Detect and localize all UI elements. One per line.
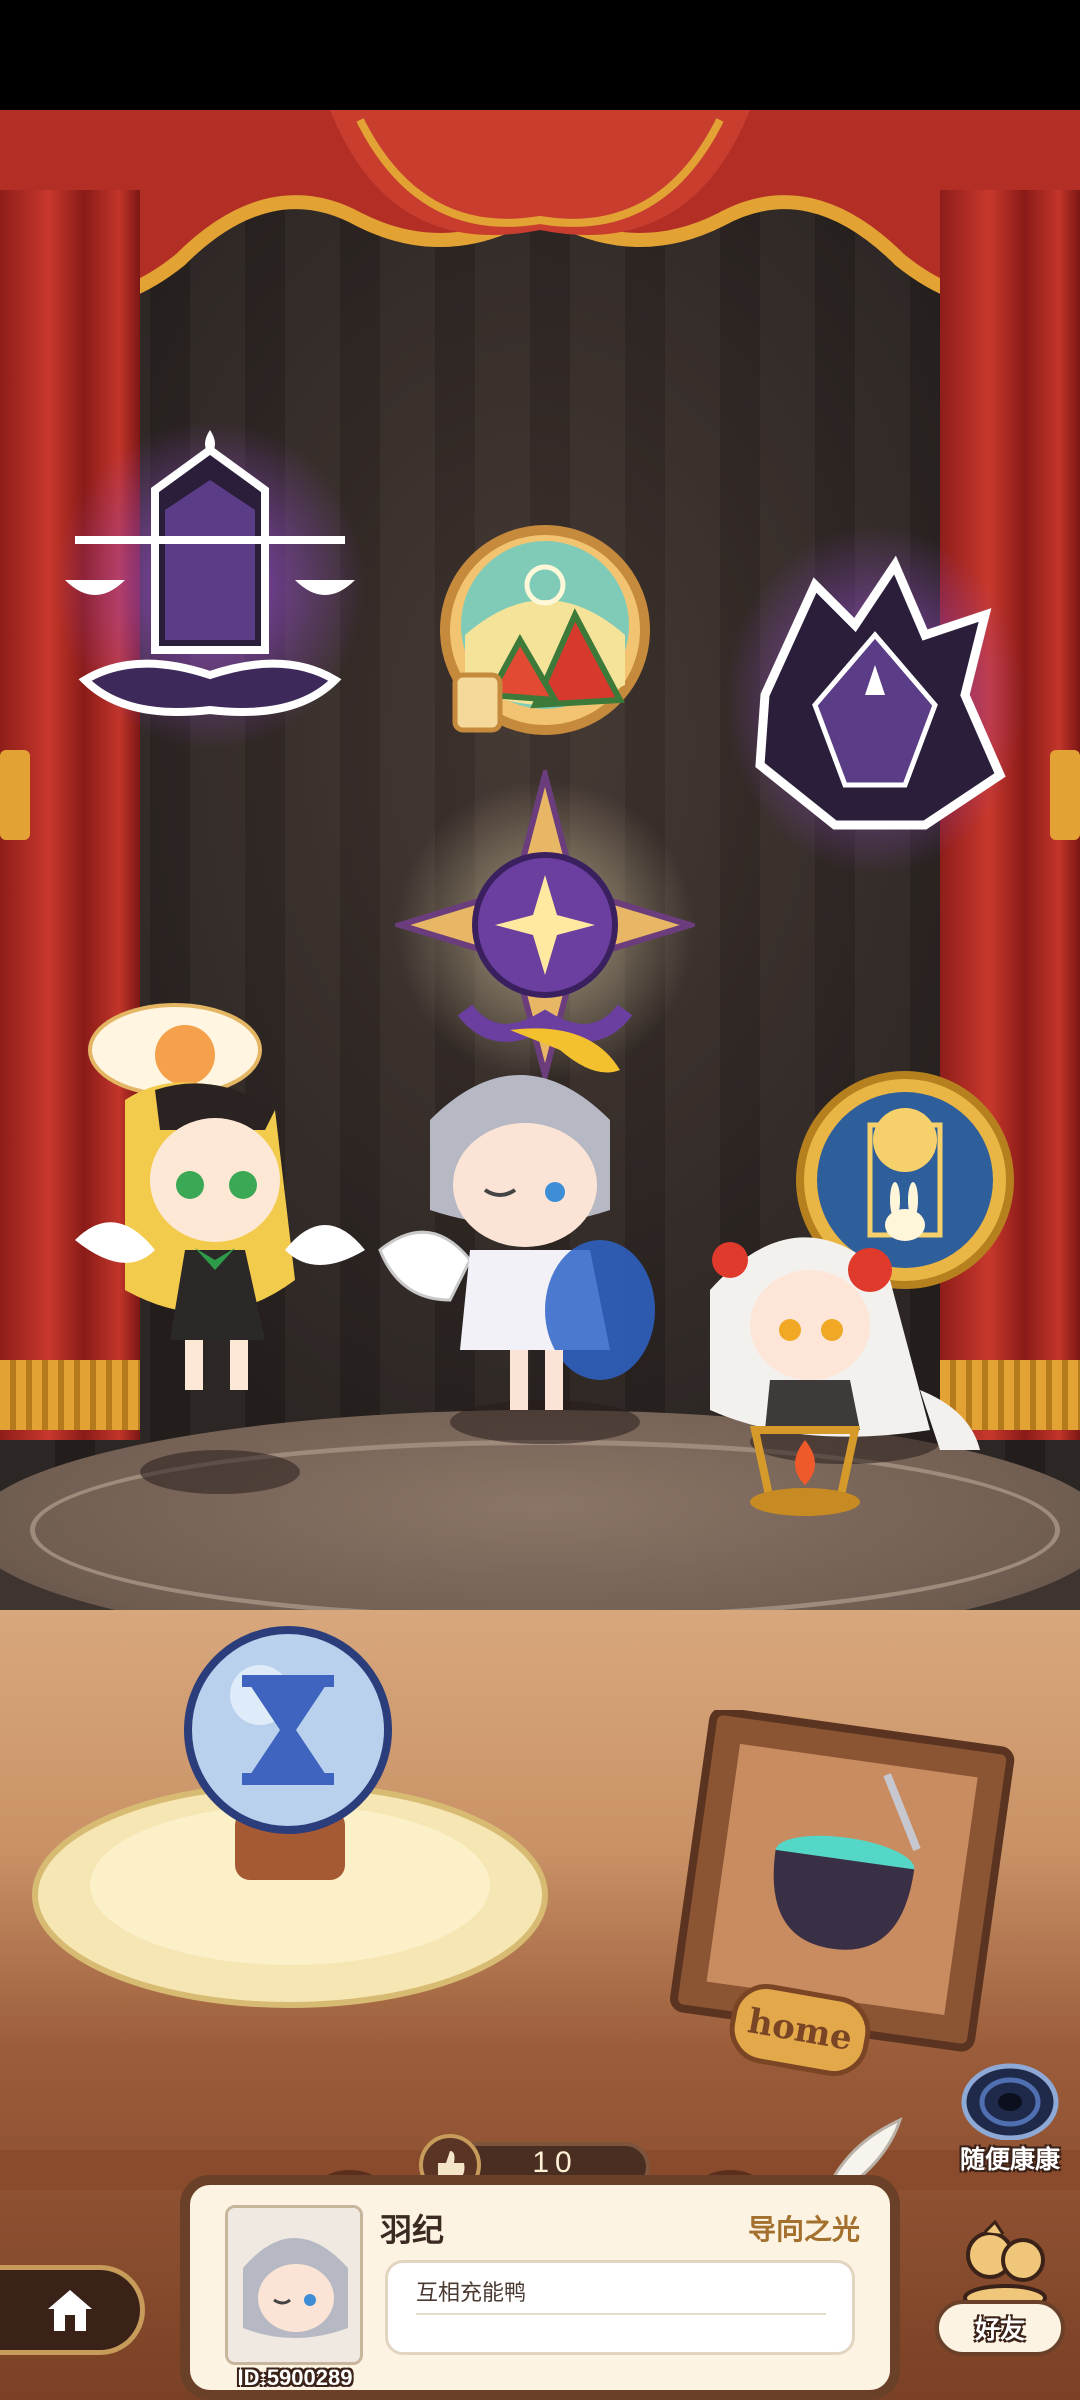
message-text: 互相充能鸭 [416,2280,527,2305]
random-visit-button[interactable]: 随便康康 [945,2060,1075,2180]
player-id: ID:5900289 [237,2365,353,2390]
portal-swirl-icon [961,2063,1059,2140]
status-bar [0,0,1080,110]
avatar[interactable] [225,2205,363,2365]
home-button[interactable] [0,2265,145,2355]
player-title: 导向之光 [747,2214,860,2245]
silver-hair-sleepy-character[interactable] [360,1010,690,1450]
random-visit-label: 随便康康 [959,2146,1060,2174]
character-shadow-left [140,1450,300,1494]
home-frame-label: home [744,2001,856,2059]
friends-label-bg: 好友 [935,2300,1065,2356]
message-box[interactable]: 互相充能鸭 [385,2260,855,2355]
player-name: 羽纪 [380,2212,445,2248]
message-divider [416,2313,826,2315]
watermelon-juice-emblem-icon[interactable] [435,525,655,740]
scales-lantern-emblem-icon[interactable] [55,420,365,750]
white-hair-lantern-character[interactable] [670,1190,1000,1570]
curtain-valance [0,110,1080,300]
dark-wolf-emblem-icon[interactable] [725,525,1025,875]
house-icon [48,2290,92,2331]
avatar-portrait-icon [228,2208,360,2362]
friends-label: 好友 [974,2316,1025,2344]
friends-icon [963,2220,1047,2310]
friends-button[interactable]: 好友 [930,2220,1075,2365]
blonde-angel-character[interactable] [65,980,395,1420]
curtain-tie-left [0,750,30,840]
curtain-tie-right [1050,750,1080,840]
stage-scene: home [0,110,1080,2400]
hourglass-orb[interactable] [20,1610,560,2030]
